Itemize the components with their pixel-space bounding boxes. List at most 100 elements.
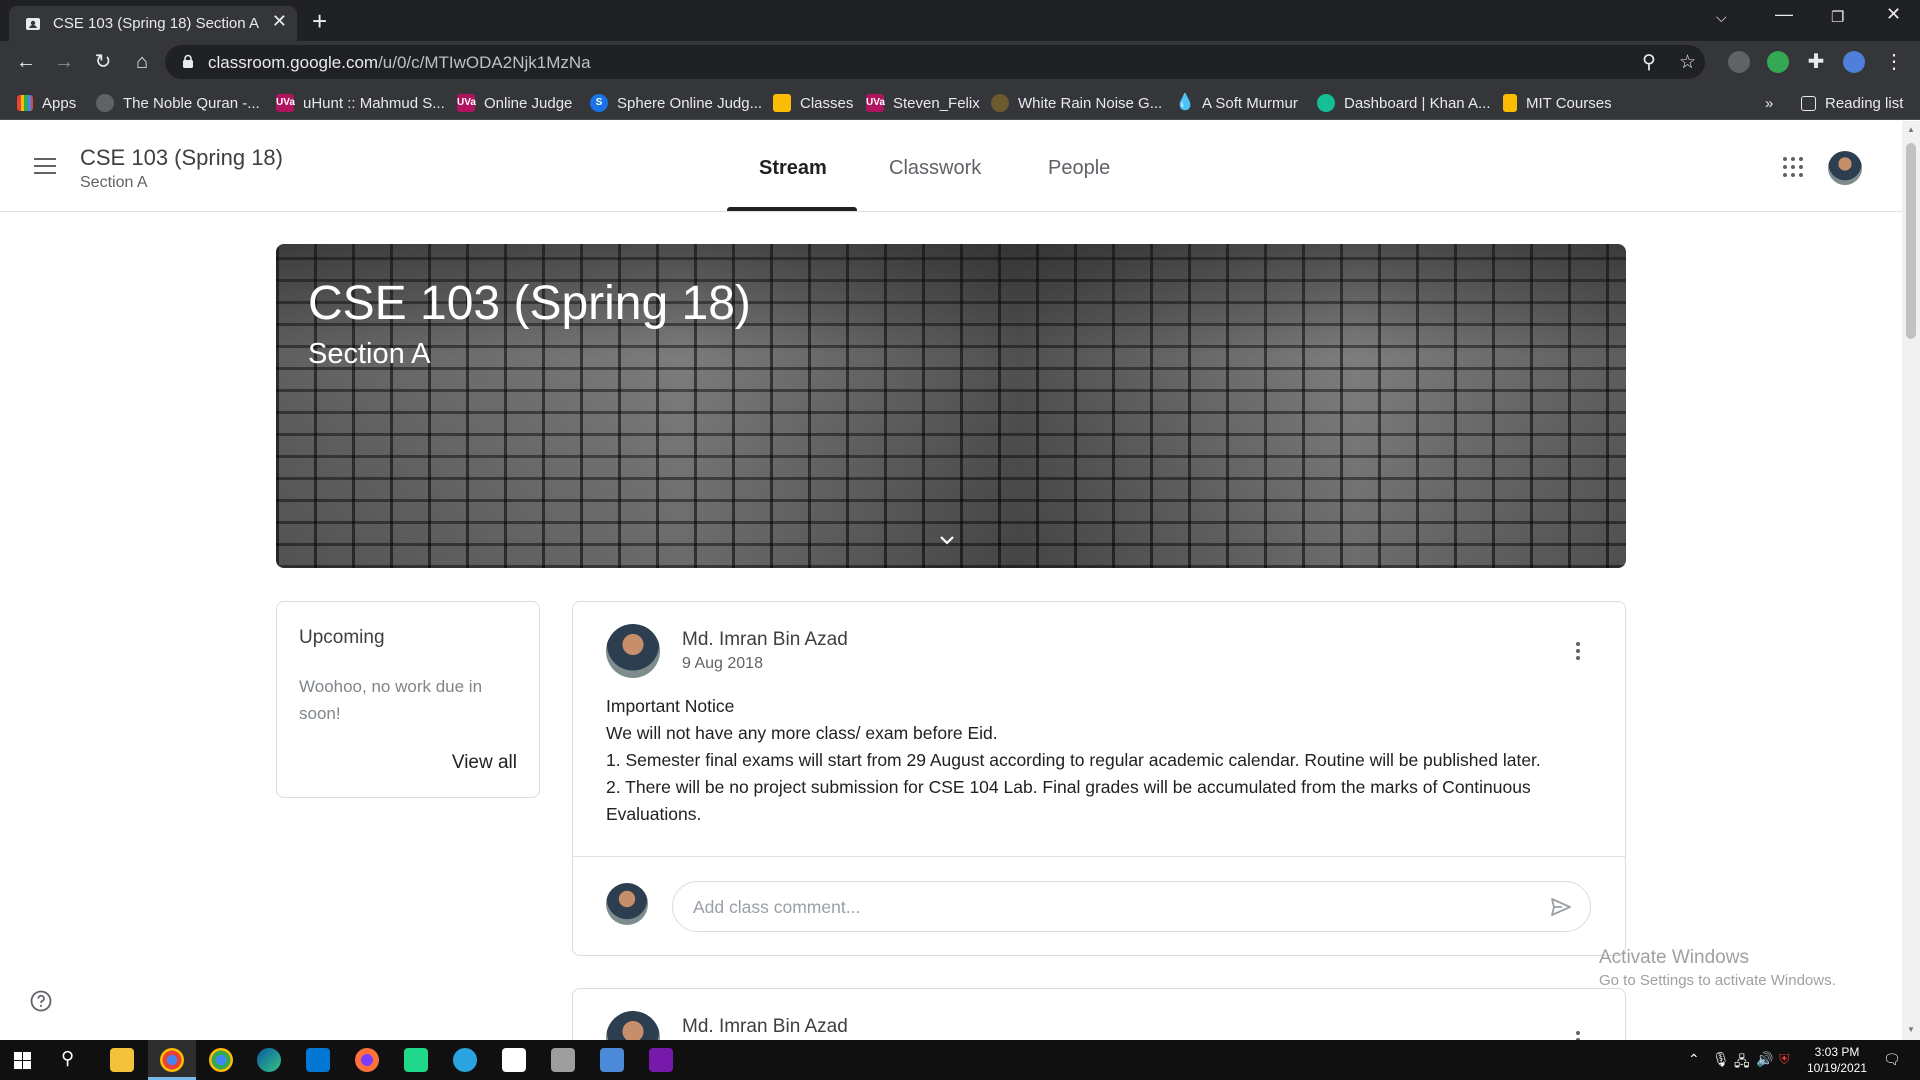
url-text: classroom.google.com/u/0/c/MTIwODA2Njk1M… — [208, 53, 591, 73]
vscode-icon[interactable] — [306, 1048, 330, 1072]
tab-search-icon[interactable]: ⌵ — [1716, 9, 1727, 26]
account-avatar[interactable] — [1828, 151, 1862, 185]
bookmark-apps[interactable]: Apps — [17, 93, 76, 113]
file-explorer-icon[interactable] — [110, 1048, 134, 1072]
chrome-profile-icon[interactable] — [209, 1048, 233, 1072]
more-options-icon[interactable] — [1576, 642, 1580, 660]
bookmark-uhunt[interactable]: UVa uHunt :: Mahmud S... — [276, 93, 445, 113]
view-all-link[interactable]: View all — [452, 752, 517, 774]
comment-input[interactable] — [693, 894, 1513, 920]
volume-icon[interactable]: 🔊 — [1756, 1051, 1773, 1068]
back-icon[interactable]: ← — [13, 50, 39, 74]
extension-add-icon[interactable] — [1767, 51, 1789, 73]
zoom-icon[interactable]: ⚲ — [1642, 51, 1656, 74]
bookmark-label: Classes — [800, 94, 854, 112]
bookmark-classes[interactable]: Classes — [773, 93, 853, 113]
google-apps-icon[interactable] — [1783, 157, 1803, 177]
bookmark-label: White Rain Noise G... — [1018, 94, 1163, 112]
bookmarks-overflow-icon[interactable]: » — [1765, 93, 1773, 113]
url-host: classroom.google.com — [208, 53, 379, 72]
search-icon[interactable]: ⚲ — [61, 1048, 74, 1069]
spoj-icon: S — [590, 94, 608, 112]
main-menu-icon[interactable] — [34, 158, 56, 174]
browser-menu-icon[interactable]: ⋮ — [1881, 50, 1907, 74]
post-line: 1. Semester final exams will start from … — [606, 750, 1541, 770]
forward-icon[interactable]: → — [51, 50, 77, 74]
upcoming-title: Upcoming — [299, 627, 385, 648]
notification-center-icon[interactable]: 🗨 — [1883, 1051, 1901, 1068]
chevron-down-icon[interactable] — [938, 534, 956, 546]
bookmark-online-judge[interactable]: UVa Online Judge — [457, 93, 572, 113]
browser-tab[interactable]: CSE 103 (Spring 18) Section A ✕ — [9, 6, 297, 41]
post-author: Md. Imran Bin Azad — [682, 629, 848, 650]
onenote-icon[interactable] — [649, 1048, 673, 1072]
tab-stream[interactable]: Stream — [759, 157, 827, 180]
page-scrollbar[interactable]: ▲ ▼ — [1902, 121, 1920, 1040]
tray-expand-icon[interactable]: ⌃ — [1688, 1051, 1700, 1068]
reload-icon[interactable]: ↻ — [90, 50, 116, 74]
author-avatar — [606, 624, 660, 678]
notion-icon[interactable] — [502, 1048, 526, 1072]
scrollbar-thumb[interactable] — [1906, 143, 1916, 339]
post-body: Important Notice We will not have any mo… — [606, 693, 1596, 828]
post-line: 2. There will be no project submission f… — [606, 777, 1531, 824]
tab-people[interactable]: People — [1048, 157, 1110, 180]
reading-list-button[interactable]: Reading list — [1801, 93, 1903, 113]
help-icon[interactable] — [30, 990, 52, 1012]
extension-icon[interactable] — [1728, 51, 1750, 73]
bookmark-label: MIT Courses — [1526, 94, 1612, 112]
security-icon[interactable]: ⛨ — [1779, 1051, 1790, 1068]
minimize-icon[interactable]: — — [1775, 4, 1793, 25]
pycharm-icon[interactable] — [404, 1048, 428, 1072]
upcoming-card: Upcoming Woohoo, no work due in soon! Vi… — [276, 601, 540, 798]
calculator-icon[interactable] — [600, 1048, 624, 1072]
bookmark-steven-felix[interactable]: UVa Steven_Felix — [866, 93, 980, 113]
windows-start-icon[interactable] — [14, 1052, 31, 1069]
bookmark-label: Dashboard | Khan A... — [1344, 94, 1491, 112]
bookmark-label: Steven_Felix — [893, 94, 980, 112]
profile-icon[interactable] — [1843, 51, 1865, 73]
droplet-icon: 💧 — [1175, 94, 1195, 111]
post-date: 9 Aug 2018 — [682, 655, 763, 672]
new-tab-button[interactable]: + — [312, 6, 327, 37]
bookmarks-bar: Apps The Noble Quran -... UVa uHunt :: M… — [0, 84, 1920, 120]
bookmark-star-icon[interactable]: ☆ — [1679, 51, 1696, 74]
tab-title: CSE 103 (Spring 18) Section A — [53, 15, 259, 32]
rain-icon — [991, 94, 1009, 112]
bookmark-mit-courses[interactable]: MIT Courses — [1503, 93, 1612, 113]
uva-icon: UVa — [866, 94, 885, 112]
taskbar-clock[interactable]: 3:03 PM 10/19/2021 — [1802, 1044, 1872, 1076]
clock-time: 3:03 PM — [1814, 1045, 1860, 1059]
firefox-icon[interactable] — [355, 1048, 379, 1072]
home-icon[interactable]: ⌂ — [129, 50, 155, 74]
microphone-icon[interactable]: 🎙 — [1712, 1051, 1730, 1068]
close-tab-icon[interactable]: ✕ — [272, 11, 287, 32]
telegram-icon[interactable] — [453, 1048, 477, 1072]
bookmark-quran[interactable]: The Noble Quran -... — [96, 93, 260, 113]
restore-icon[interactable]: ❐ — [1831, 8, 1844, 26]
network-icon[interactable]: 🖧 — [1734, 1051, 1750, 1075]
activate-windows-subtitle: Go to Settings to activate Windows. — [1599, 972, 1836, 989]
activate-windows-title: Activate Windows — [1599, 947, 1749, 968]
tab-classwork[interactable]: Classwork — [889, 157, 981, 180]
course-title[interactable]: CSE 103 (Spring 18) — [80, 145, 283, 171]
bookmark-spoj[interactable]: S Sphere Online Judg... — [590, 93, 762, 113]
bookmark-khan-academy[interactable]: Dashboard | Khan A... — [1317, 93, 1491, 113]
scroll-up-icon[interactable]: ▲ — [1907, 125, 1915, 134]
close-window-icon[interactable]: ✕ — [1886, 4, 1901, 25]
classroom-header: CSE 103 (Spring 18) Section A Stream Cla… — [0, 121, 1902, 212]
bookmark-soft-murmur[interactable]: 💧 A Soft Murmur — [1175, 93, 1298, 113]
scroll-down-icon[interactable]: ▼ — [1907, 1025, 1915, 1034]
puzzle-extensions-icon[interactable]: ✚ — [1803, 50, 1829, 74]
edge-icon[interactable] — [257, 1048, 281, 1072]
class-banner: CSE 103 (Spring 18) Section A — [276, 244, 1626, 568]
course-section: Section A — [80, 174, 148, 191]
chrome-icon[interactable] — [160, 1048, 184, 1072]
divider — [573, 856, 1625, 857]
comment-box[interactable] — [672, 881, 1591, 932]
bookmark-white-rain[interactable]: White Rain Noise G... — [991, 93, 1162, 113]
reading-list-label: Reading list — [1825, 94, 1904, 112]
address-bar[interactable]: classroom.google.com/u/0/c/MTIwODA2Njk1M… — [165, 45, 1705, 79]
send-icon[interactable] — [1550, 896, 1572, 918]
app-icon[interactable] — [551, 1048, 575, 1072]
